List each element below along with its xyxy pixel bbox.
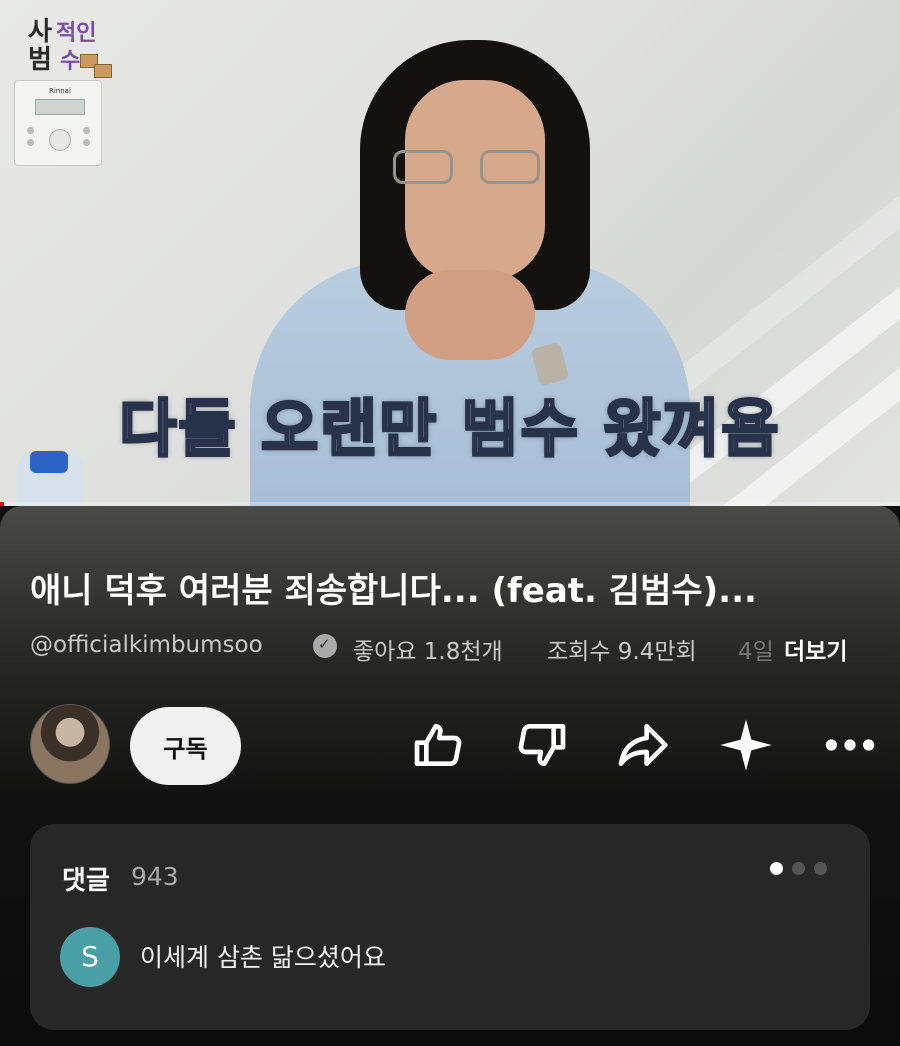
- thumbs-down-icon: [518, 723, 566, 766]
- more-actions-button[interactable]: [820, 716, 880, 776]
- thermostat-knob: [49, 129, 71, 151]
- glasses-lens: [393, 150, 453, 184]
- comments-count: 943: [131, 862, 179, 891]
- logo-char: 사: [28, 17, 52, 47]
- comments-header: 댓글: [62, 866, 110, 896]
- thumbs-up-icon: [414, 723, 462, 766]
- channel-handle[interactable]: @officialkimbumsoo: [30, 632, 263, 658]
- thermostat-button: [83, 139, 90, 146]
- logo-char: 수: [60, 49, 81, 74]
- box-icon: [94, 64, 112, 78]
- thermostat-brand: Rinnai: [49, 87, 71, 95]
- channel-avatar[interactable]: [30, 704, 110, 784]
- like-count: 좋아요 1.8천개: [353, 639, 503, 665]
- video-title[interactable]: 애니 덕후 여러분 죄송합니다... (feat. 김범수)...: [30, 563, 860, 612]
- comments-panel[interactable]: 댓글 943 S 이세계 삼촌 닮으셨어요: [30, 824, 870, 1030]
- commenter-avatar: S: [60, 927, 120, 987]
- comment-text: 이세계 삼촌 닮으셨어요: [140, 943, 386, 972]
- thermostat-screen: [35, 99, 85, 115]
- ask-ai-button[interactable]: [716, 716, 776, 776]
- logo-char: 범: [28, 45, 52, 75]
- verified-badge-icon: [313, 634, 337, 658]
- indicator-dot-active: [770, 862, 783, 875]
- logo-char: 적인: [56, 21, 97, 46]
- person-hands: [405, 270, 535, 360]
- thermostat-button: [27, 139, 34, 146]
- channel-watermark-logo: 사 범 적인 수: [28, 18, 118, 84]
- indicator-dot: [814, 862, 827, 875]
- video-progress-fill: [0, 502, 4, 506]
- carousel-indicator: [770, 860, 836, 879]
- share-button[interactable]: [612, 716, 672, 776]
- video-meta-row[interactable]: @officialkimbumsoo 좋아요 1.8천개 조회수 9.4만회 4…: [30, 632, 870, 666]
- upload-date: 4일: [738, 639, 774, 665]
- view-count: 조회수 9.4만회: [547, 639, 697, 665]
- indicator-dot: [792, 862, 805, 875]
- video-info-panel: 애니 덕후 여러분 죄송합니다... (feat. 김범수)... @offic…: [0, 506, 900, 1046]
- sparkle-icon: [720, 718, 772, 771]
- like-button[interactable]: [408, 716, 468, 776]
- wall-thermostat: Rinnai: [14, 80, 102, 166]
- video-player[interactable]: 사 범 적인 수 Rinnai 다들 오랜만 범수 왔껴욤: [0, 0, 900, 506]
- thermostat-button: [27, 127, 34, 134]
- video-caption: 다들 오랜만 범수 왔껴욤: [118, 391, 781, 467]
- share-icon: [618, 723, 668, 766]
- more-button[interactable]: 더보기: [784, 632, 847, 666]
- subscribe-button[interactable]: 구독: [130, 707, 241, 785]
- glasses-lens: [480, 150, 540, 184]
- thermostat-button: [83, 127, 90, 134]
- more-icon: [825, 738, 875, 751]
- dislike-button[interactable]: [512, 716, 572, 776]
